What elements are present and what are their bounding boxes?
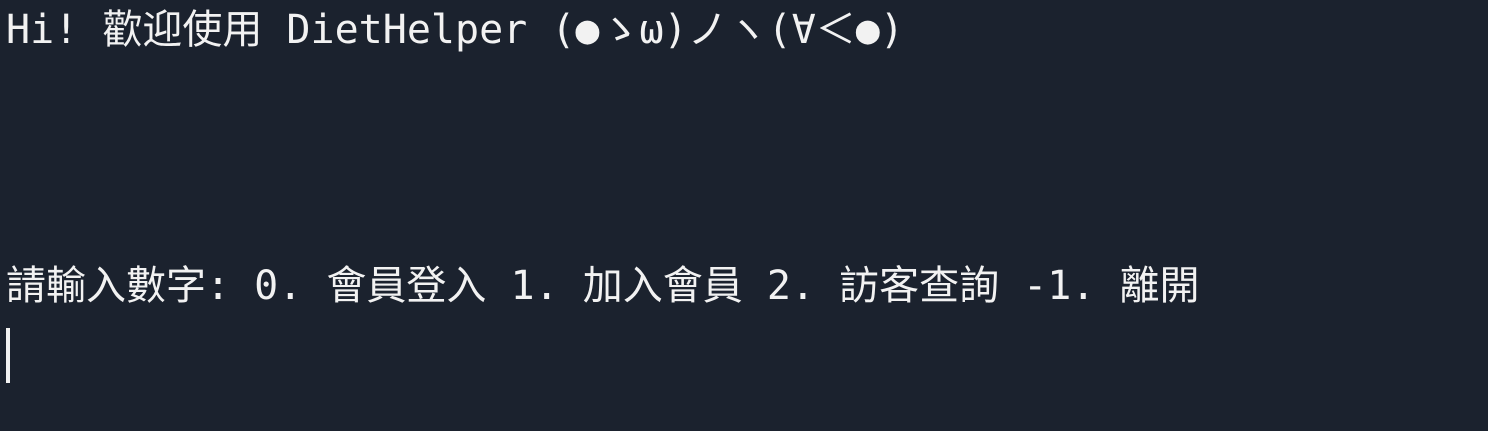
menu-prompt: 請輸入數字: 0. 會員登入 1. 加入會員 2. 訪客查詢 -1. 離開 xyxy=(6,263,1200,309)
welcome-message: Hi! 歡迎使用 DietHelper (●ゝω)ノヽ(∀＜●) xyxy=(6,7,904,53)
text-cursor[interactable] xyxy=(6,328,10,383)
terminal-window[interactable]: Hi! 歡迎使用 DietHelper (●ゝω)ノヽ(∀＜●) 請輸入數字: … xyxy=(0,0,1488,431)
